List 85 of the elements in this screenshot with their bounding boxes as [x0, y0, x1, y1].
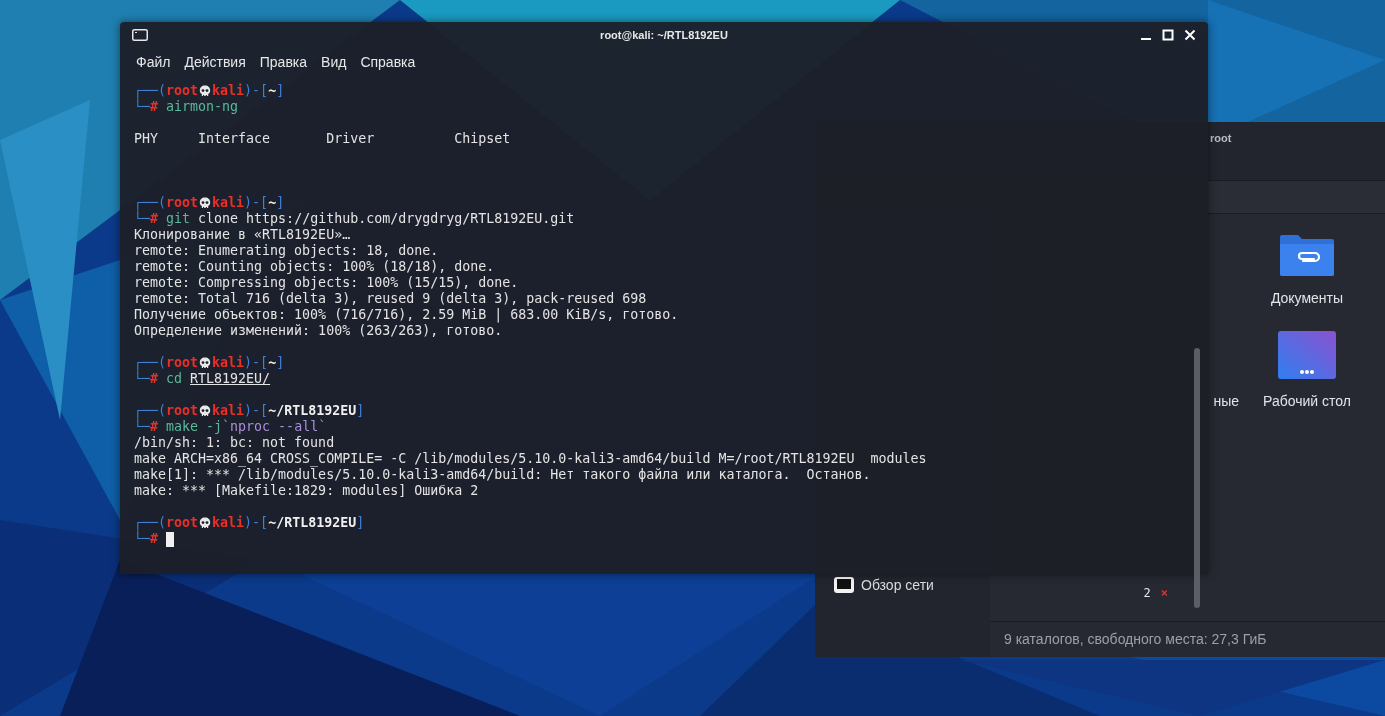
file-label[interactable]: Рабочий стол [1263, 391, 1351, 412]
prompt-host: kali [212, 403, 245, 419]
prompt-hash: # [150, 419, 159, 435]
command-text: clone https://github.com/drygdryg/RTL8192EU.git [198, 211, 575, 227]
prompt-host: kali [212, 355, 245, 371]
skull-icon [199, 404, 212, 418]
output-line: Получение объектов: 100% (716/716), 2.59 MiB | 683.00 KiB/s, готово. [134, 307, 679, 323]
file-label[interactable]: Документы [1270, 288, 1344, 309]
prompt-path: ~ [268, 355, 277, 371]
prompt-host: kali [212, 515, 245, 531]
menu-item[interactable]: Правка [253, 51, 314, 73]
skull-icon [199, 356, 212, 370]
command-text: make -j [166, 419, 223, 435]
command-text: `nproc --all` [222, 419, 327, 435]
text-cursor [166, 531, 175, 547]
prompt-user: root [166, 403, 199, 419]
output-line: remote: Compressing objects: 100% (15/15), done. [134, 275, 519, 291]
output-line: Определение изменений: 100% (263/263), готово. [134, 323, 503, 339]
output-line: make[1]: *** /lib/modules/5.10.0-kali3-amd64/build: Нет такого файла или каталога. Останов. [134, 467, 871, 483]
prompt-hash: # [150, 99, 159, 115]
prompt-user: root [166, 515, 199, 531]
menu-item[interactable]: Вид [315, 51, 353, 73]
status-text: 9 каталогов, свободного места: 27,3 ГиБ [1004, 630, 1267, 649]
sidebar-item[interactable]: Обзор сети [861, 574, 934, 596]
prompt-frame: )-[ [244, 403, 269, 419]
prompt-hash: # [150, 531, 159, 547]
prompt-frame: )-[ [244, 515, 269, 531]
menu-item[interactable]: Действия [178, 51, 252, 73]
maximize-icon[interactable] [1162, 29, 1174, 41]
prompt-frame: ] [276, 195, 285, 211]
file-label[interactable]: ные [1213, 391, 1239, 412]
command-text: airmon-ng [166, 99, 239, 115]
output-line: remote: Counting objects: 100% (18/18), done. [134, 259, 495, 275]
prompt-path: ~/RTL8192EU [268, 403, 357, 419]
error-mark: × [1160, 585, 1168, 602]
command-text: RTL8192EU/ [190, 371, 271, 387]
prompt-frame: )-[ [244, 83, 269, 99]
output-line: Клонирование в «RTL8192EU»… [134, 227, 351, 243]
prompt-frame: ┌──( [134, 403, 167, 419]
prompt-user: root [166, 355, 199, 371]
prompt-frame: └─ [134, 211, 150, 227]
output-line: remote: Enumerating objects: 18, done. [134, 243, 439, 259]
prompt-path: ~/RTL8192EU [268, 515, 357, 531]
prompt-frame: └─ [134, 99, 150, 115]
desktop-folder-icon [1278, 331, 1336, 379]
prompt-hash: # [150, 371, 159, 387]
network-icon [833, 576, 855, 594]
prompt-frame: ] [356, 403, 365, 419]
prompt-frame: )-[ [244, 195, 269, 211]
prompt-frame: )-[ [244, 355, 269, 371]
prompt-frame: ] [276, 83, 285, 99]
window-title: root@kali: ~/RTL8192EU [600, 27, 728, 43]
prompt-frame: ┌──( [134, 195, 167, 211]
prompt-frame: └─ [134, 531, 150, 547]
prompt-frame: └─ [134, 419, 150, 435]
prompt-host: kali [212, 83, 245, 99]
prompt-user: root [166, 83, 199, 99]
output-line: /bin/sh: 1: bc: not found [134, 435, 335, 451]
terminal-icon [132, 29, 148, 41]
skull-icon [199, 516, 212, 530]
menu-item[interactable]: Справка [354, 51, 422, 73]
prompt-host: kali [212, 195, 245, 211]
output-line: make: *** [Makefile:1829: modules] Ошибка 2 [134, 483, 479, 499]
command-text: git [166, 211, 191, 227]
folder-icon [1278, 234, 1336, 276]
menu-item[interactable]: Файл [130, 51, 177, 73]
prompt-frame: └─ [134, 371, 150, 387]
prompt-frame: ] [276, 355, 285, 371]
window-title: root [1210, 131, 1232, 146]
prompt-hash: # [150, 211, 159, 227]
prompt-path: ~ [268, 83, 277, 99]
prompt-frame: ┌──( [134, 515, 167, 531]
output-line: PHY Interface Driver Chipset [134, 131, 511, 147]
exit-code: 2 [1143, 585, 1151, 602]
output-line: make ARCH=x86_64 CROSS_COMPILE= -C /lib/modules/5.10.0-kali3-amd64/build M=/root/RTL8192EU modules [134, 451, 927, 467]
prompt-frame: ┌──( [134, 83, 167, 99]
output-line: remote: Total 716 (delta 3), reused 9 (delta 3), pack-reused 698 [134, 291, 647, 307]
close-icon[interactable] [1184, 29, 1196, 41]
prompt-user: root [166, 195, 199, 211]
skull-icon [199, 196, 212, 210]
skull-icon [199, 84, 212, 98]
prompt-frame: ] [356, 515, 365, 531]
prompt-frame: ┌──( [134, 355, 167, 371]
command-text: cd [166, 371, 183, 387]
prompt-path: ~ [268, 195, 277, 211]
